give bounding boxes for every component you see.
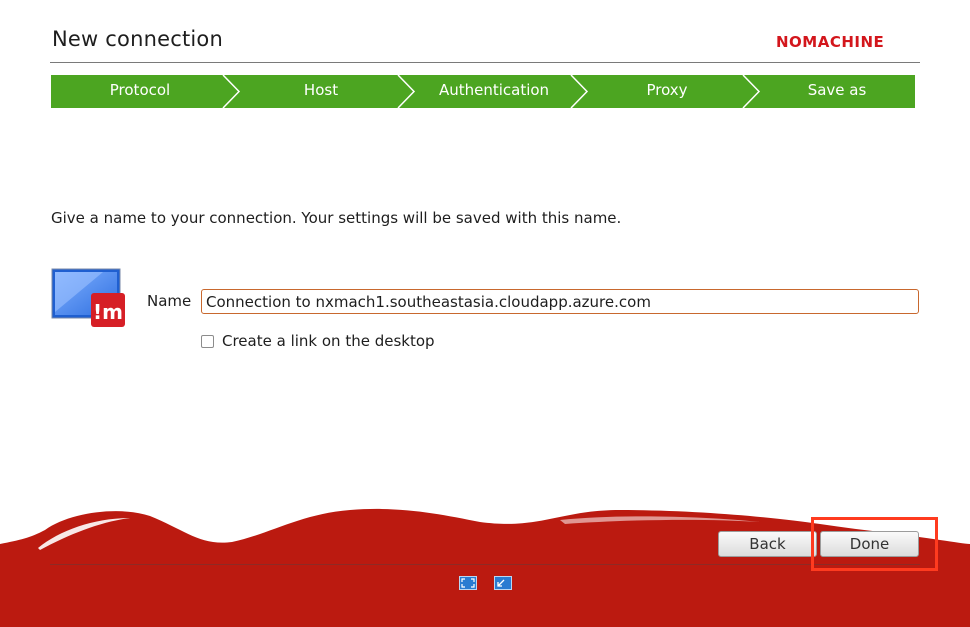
step-host[interactable]: Host [239,75,403,108]
desktop-link-option[interactable]: Create a link on the desktop [201,331,435,351]
connection-name-input[interactable] [201,289,919,314]
minimize-window-icon[interactable] [494,575,512,590]
instruction-text: Give a name to your connection. Your set… [51,209,622,227]
step-authentication[interactable]: Authentication [414,75,574,108]
title-divider [50,62,920,63]
done-button-highlight [811,517,938,571]
nomachine-logo: NOMACHINE [776,33,885,51]
connection-icon: !m [51,268,127,330]
footer-divider [50,564,920,565]
svg-text:!m: !m [93,300,123,324]
desktop-link-checkbox[interactable] [201,334,214,348]
back-button[interactable]: Back [718,531,817,557]
fullscreen-icon[interactable] [459,575,477,590]
step-save-as[interactable]: Save as [759,75,915,108]
step-proxy[interactable]: Proxy [587,75,747,108]
name-label: Name [147,292,192,310]
page-title: New connection [52,27,223,51]
wizard-steps: Protocol Host Authentication Proxy Save … [51,75,915,108]
desktop-link-label: Create a link on the desktop [222,332,435,350]
step-protocol[interactable]: Protocol [51,75,229,108]
